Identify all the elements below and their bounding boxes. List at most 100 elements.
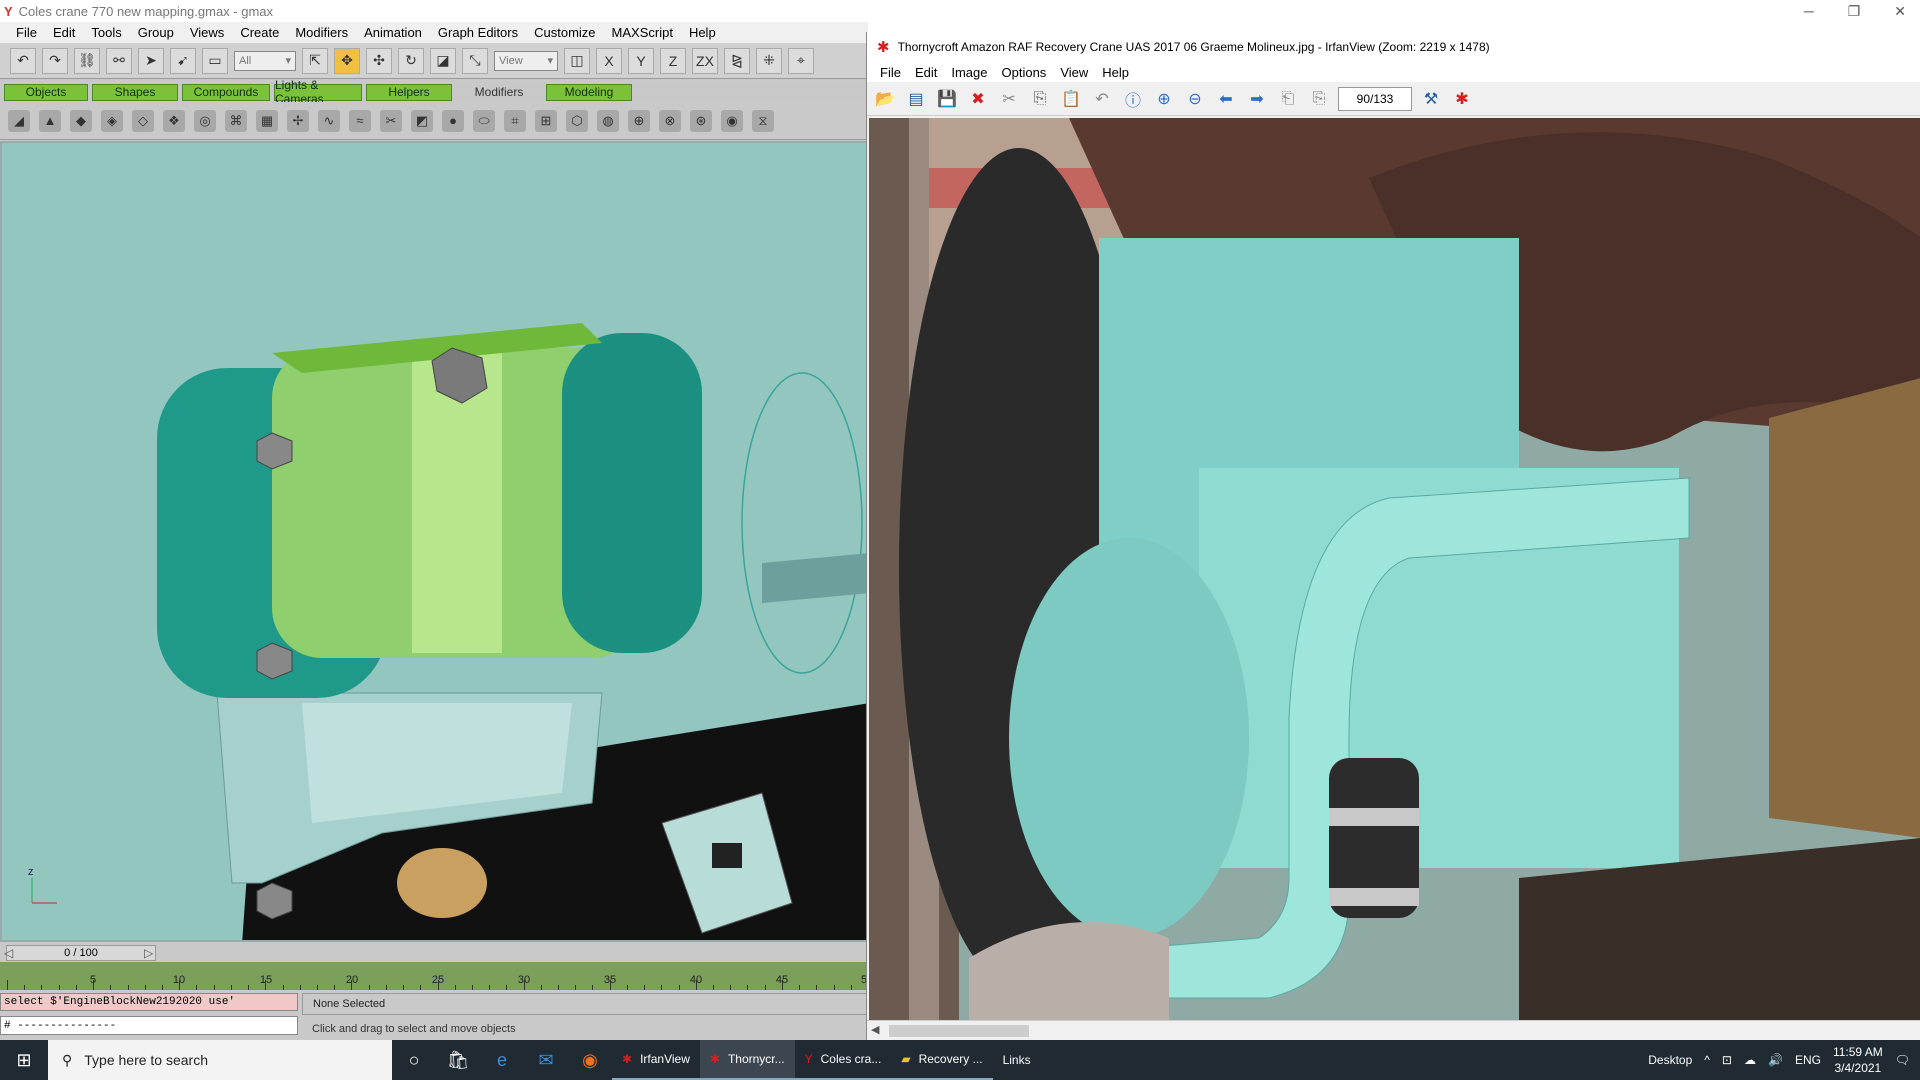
close-icon[interactable]: ✕ (1894, 3, 1906, 20)
lattice-icon[interactable]: ⌘ (225, 109, 247, 132)
cut-icon[interactable]: ✂ (997, 87, 1021, 111)
taskbar-app-thornycroft[interactable]: ✱ Thornycr... (699, 1040, 795, 1080)
material-icon[interactable]: ◉ (721, 109, 743, 132)
maxscript-listener-line[interactable]: select $'EngineBlockNew2192020 use' (0, 993, 298, 1011)
scrollbar-thumb[interactable] (889, 1025, 1029, 1037)
twist-icon[interactable]: ◆ (70, 109, 92, 132)
first-page-icon[interactable]: ⎗ (1276, 87, 1300, 111)
smooth-icon[interactable]: ⊕ (628, 109, 650, 132)
undo-icon[interactable]: ↶ (1090, 87, 1114, 111)
tab-objects[interactable]: Objects (4, 83, 88, 101)
irfan-menu-view[interactable]: View (1053, 65, 1095, 80)
firefox-icon[interactable]: ◉ (568, 1040, 612, 1080)
tab-lights-cameras[interactable]: Lights & Cameras (274, 78, 362, 106)
axis-zx-icon[interactable]: ZX (692, 47, 718, 74)
minimize-icon[interactable]: ─ (1804, 3, 1814, 19)
select-cursor-icon[interactable]: ⇱ (302, 47, 328, 74)
taskbar-app-irfanview[interactable]: ✱ IrfanView (612, 1040, 700, 1080)
restore-icon[interactable]: ❐ (1848, 3, 1861, 20)
rotate-icon[interactable]: ↻ (398, 47, 424, 74)
cortana-icon[interactable]: ○ (392, 1040, 436, 1080)
mail-icon[interactable]: ✉ (524, 1040, 568, 1080)
irfan-menu-image[interactable]: Image (944, 65, 994, 80)
transform-icon[interactable]: ⤡ (462, 47, 488, 74)
onedrive-icon[interactable]: ☁ (1744, 1053, 1756, 1067)
windows-start-icon[interactable]: ⊞ (0, 1040, 48, 1080)
last-page-icon[interactable]: ⎘ (1307, 87, 1331, 111)
displace-icon[interactable]: ▦ (256, 109, 278, 132)
tab-helpers[interactable]: Helpers (366, 83, 452, 101)
xform-icon[interactable]: ✢ (287, 109, 309, 132)
move-icon[interactable]: ✥ (334, 47, 360, 74)
gmax-menu-file[interactable]: File (8, 25, 45, 40)
tab-compounds[interactable]: Compounds (182, 83, 270, 101)
language-indicator[interactable]: ENG (1795, 1053, 1821, 1067)
slideshow-icon[interactable]: ▤ (904, 87, 928, 111)
zoom-in-icon[interactable]: ⊕ (1152, 87, 1176, 111)
tab-modeling[interactable]: Modeling (546, 83, 632, 101)
axis-y-icon[interactable]: Y (628, 47, 654, 74)
unwrap-icon[interactable]: ⊞ (535, 109, 557, 132)
axis-z-icon[interactable]: Z (660, 47, 686, 74)
desktop-toolbar[interactable]: Desktop (1648, 1053, 1692, 1067)
next-icon[interactable]: ➡ (1245, 87, 1269, 111)
ffd-icon[interactable]: ◎ (194, 109, 216, 132)
gmax-menu-modifiers[interactable]: Modifiers (287, 25, 356, 40)
axis-x-icon[interactable]: X (596, 47, 622, 74)
squeeze-icon[interactable]: ❖ (163, 109, 185, 132)
chevron-up-icon[interactable]: ^ (1704, 1053, 1710, 1067)
time-slider[interactable]: 0 / 100 (6, 945, 156, 961)
gmax-menu-group[interactable]: Group (130, 25, 182, 40)
irfan-menu-help[interactable]: Help (1095, 65, 1136, 80)
notifications-icon[interactable]: 🗨 (1895, 1053, 1910, 1067)
select-icon[interactable]: ➤ (138, 47, 164, 74)
snap-icon[interactable]: ⌖ (788, 47, 814, 74)
align-icon[interactable]: ⁜ (756, 47, 782, 74)
scale-icon[interactable]: ◪ (430, 47, 456, 74)
open-folder-icon[interactable]: 📂 (873, 87, 897, 111)
wave-icon[interactable]: ∿ (318, 109, 340, 132)
ref-coord-dropdown[interactable]: View ▾ (494, 50, 558, 71)
noise-icon[interactable]: ◈ (101, 109, 123, 132)
symmetry-icon[interactable]: ⧖ (752, 109, 774, 132)
redo-icon[interactable]: ↷ (42, 47, 68, 74)
region-select-icon[interactable]: ▭ (202, 47, 228, 74)
ripple-icon[interactable]: ≈ (349, 109, 371, 132)
gmax-menu-customize[interactable]: Customize (526, 25, 603, 40)
selection-filter-dropdown[interactable]: All ▾ (234, 50, 296, 71)
mesh-select-icon[interactable]: ⬡ (566, 109, 588, 132)
zoom-out-icon[interactable]: ⊖ (1183, 87, 1207, 111)
time-prev-icon[interactable]: ◁ (4, 946, 13, 960)
tab-shapes[interactable]: Shapes (92, 83, 178, 101)
volume-icon[interactable]: 🔊 (1768, 1053, 1783, 1067)
normal-icon[interactable]: ⊗ (659, 109, 681, 132)
stretch-icon[interactable]: ◇ (132, 109, 154, 132)
gmax-menu-maxscript[interactable]: MAXScript (604, 25, 681, 40)
page-counter[interactable]: 90/133 (1338, 86, 1412, 111)
copy-icon[interactable]: ⎘ (1028, 87, 1052, 111)
uvw-map-icon[interactable]: ⌗ (504, 109, 526, 132)
bend-icon[interactable]: ◢ (8, 109, 30, 132)
unlink-icon[interactable]: ⚯ (106, 47, 132, 74)
shell-icon[interactable]: ◩ (411, 109, 433, 132)
slice-icon[interactable]: ✂ (380, 109, 402, 132)
undo-icon[interactable]: ↶ (10, 47, 36, 74)
taskbar-app-gmax[interactable]: Y Coles cra... (794, 1040, 892, 1080)
taskbar-search-box[interactable]: ⚲ Type here to search (48, 1040, 392, 1080)
taskbar-links[interactable]: Links (993, 1040, 1041, 1080)
irfanview-logo-icon[interactable]: ✱ (1450, 87, 1474, 111)
info-icon[interactable]: ⓘ (1121, 87, 1145, 111)
gmax-menu-views[interactable]: Views (182, 25, 232, 40)
move-constrained-icon[interactable]: ✣ (366, 47, 392, 74)
time-next-icon[interactable]: ▷ (144, 946, 153, 960)
sphere-icon[interactable]: ● (442, 109, 464, 132)
horizontal-scrollbar[interactable]: ◀ (867, 1020, 1920, 1040)
gmax-menu-edit[interactable]: Edit (45, 25, 83, 40)
previous-icon[interactable]: ⬅ (1214, 87, 1238, 111)
pivot-icon[interactable]: ◫ (564, 47, 590, 74)
gmax-menu-animation[interactable]: Animation (356, 25, 430, 40)
mirror-icon[interactable]: ⧎ (724, 47, 750, 74)
save-icon[interactable]: 💾 (935, 87, 959, 111)
tab-modifiers[interactable]: Modifiers (456, 83, 542, 101)
gmax-menu-help[interactable]: Help (681, 25, 724, 40)
